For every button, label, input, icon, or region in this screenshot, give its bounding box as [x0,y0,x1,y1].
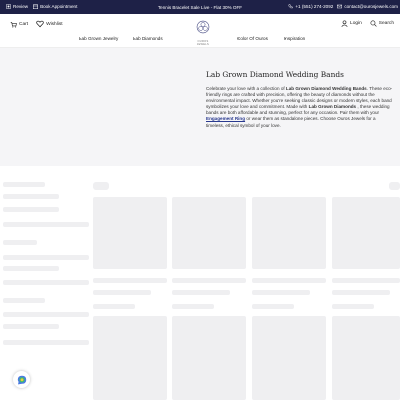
login-button[interactable]: Login [341,20,362,27]
skeleton-chip [93,182,109,190]
skeleton-line [332,290,390,295]
skeleton-product-card [172,197,246,269]
skeleton-line [252,278,326,283]
skeleton-line [252,290,310,295]
email-link[interactable]: contact@ourosjewels.com [337,4,398,9]
cart-button[interactable]: Cart [10,21,28,28]
announcement-bar: Review Book Appointment Tennis Bracelet … [0,0,400,14]
search-label: Search [378,21,394,26]
description-bold-text: Lab Grown Diamond Wedding Bands [285,86,367,91]
category-hero: Lab Grown Diamond Wedding Bands Celebrat… [0,48,400,166]
phone-icon [288,4,294,9]
search-button[interactable]: Search [370,20,394,27]
skeleton-line [3,340,89,345]
chevron-down-icon: ⌄ [237,36,240,40]
skeleton-line [3,194,59,199]
skeleton-product-card [332,316,400,400]
nav-label: Inspiration [284,36,306,41]
skeleton-line [252,304,294,309]
description-bold-text: Lab Grown Diamonds [308,104,357,110]
description-text: Celebrate your love with a collection of [206,86,286,91]
skeleton-line [93,290,151,295]
chat-button[interactable] [13,371,30,388]
skeleton-product-card [93,197,167,269]
skeleton-line [3,255,89,260]
login-label: Login [350,21,362,26]
skeleton-line [3,280,89,285]
user-icon [341,20,348,27]
page-title: Lab Grown Diamond Wedding Bands [206,70,344,79]
skeleton-product-card [252,197,326,269]
skeleton-line [3,324,59,329]
skeleton-product-card [93,316,167,400]
phone-link[interactable]: +1 (551) 274-2092 [288,4,333,9]
skeleton-product-card [332,197,400,269]
heart-icon [36,20,44,28]
skeleton-line [3,182,45,187]
skeleton-line [3,240,37,245]
skeleton-line [93,304,135,309]
cart-icon [10,21,17,28]
chevron-down-icon: ⌄ [133,36,136,40]
category-description: Celebrate your love with a collection of… [206,86,394,129]
skeleton-product-card [172,316,246,400]
chat-icon [17,375,26,384]
skeleton-product-card [252,316,326,400]
chevron-down-icon: ⌄ [284,36,287,40]
mail-icon [337,4,343,9]
skeleton-line [3,312,89,317]
skeleton-line [93,278,167,283]
wishlist-button[interactable]: Wishlist [36,20,63,28]
main-nav: Lab Grown Jewelry ⌄ Lab Diamonds ⌄ Color… [0,36,400,46]
skeleton-line [332,304,374,309]
wishlist-label: Wishlist [46,21,63,27]
logo-emblem-icon [196,20,210,34]
engagement-ring-link[interactable]: Engagement Ring [206,116,245,121]
nav-label: Lab Diamonds [133,36,163,41]
skeleton-line [332,278,400,283]
skeleton-chip [389,182,400,190]
skeleton-line [3,266,59,271]
nav-label: Lab Grown Jewelry [79,36,119,41]
skeleton-line [172,304,214,309]
email-label: contact@ourosjewels.com [344,4,398,9]
skeleton-line [3,222,89,227]
phone-label: +1 (551) 274-2092 [295,4,334,9]
site-header: Cart Wishlist OUROS JEWELS Login Search … [0,14,400,48]
skeleton-line [172,278,246,283]
cart-label: Cart [19,21,29,27]
chevron-down-icon: ⌄ [79,36,82,40]
skeleton-line [3,298,45,303]
nav-label: Color Of Ouros [237,36,268,41]
skeleton-line [172,290,230,295]
search-icon [370,20,377,27]
skeleton-line [3,207,59,212]
